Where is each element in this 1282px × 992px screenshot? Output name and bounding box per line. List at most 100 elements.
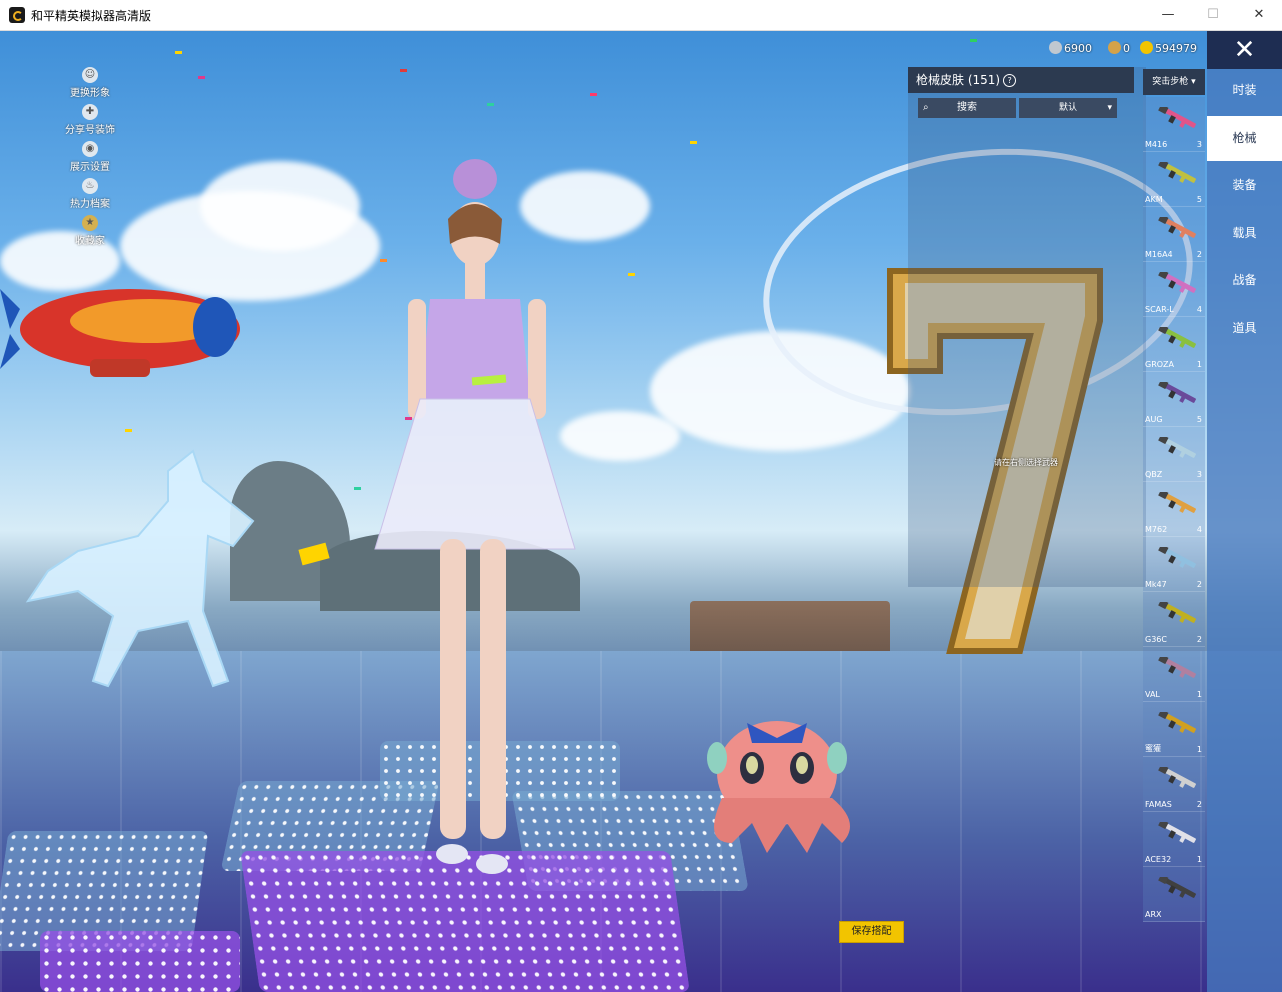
gun-name: GROZA (1145, 360, 1175, 369)
gun-name: Mk47 (1145, 580, 1167, 589)
rifle-icon (1158, 217, 1196, 238)
rifle-icon (1158, 547, 1196, 568)
confetti (590, 93, 597, 96)
currency-gold: 594979 (1140, 41, 1197, 57)
rifle-icon (1158, 602, 1196, 623)
ice-wolf-pet (25, 449, 255, 688)
panel-header: 枪械皮肤 (151)? (908, 67, 1134, 93)
floor-tile-glow (40, 931, 240, 992)
gun-name: QBZ (1145, 470, 1163, 479)
confetti (198, 76, 205, 79)
gun-name: AKM (1145, 195, 1163, 204)
rifle-icon (1158, 877, 1196, 898)
gun-skin-count: 5 (1196, 415, 1202, 424)
gun-skin-count: 3 (1196, 470, 1202, 479)
left-menu-item[interactable]: ◉ 展示设置 (58, 141, 122, 178)
app-logo-icon (9, 7, 25, 23)
gun-name: M762 (1145, 525, 1168, 534)
gun-name: G36C (1145, 635, 1167, 644)
avatar-icon: ☺ (82, 67, 98, 83)
rifle-icon (1158, 327, 1196, 348)
left-menu-item[interactable]: ★ 收藏家 (58, 215, 122, 252)
rifle-icon (1158, 767, 1196, 788)
chevron-down-icon: ▾ (1107, 103, 1112, 113)
confetti (405, 417, 412, 420)
badge-icon: ★ (82, 215, 98, 231)
maximize-button[interactable]: ☐ (1190, 0, 1236, 30)
window-title: 和平精英模拟器高清版 (31, 9, 152, 23)
gun-list-item[interactable]: GROZA 1 (1143, 317, 1205, 372)
coin-silver-icon (1049, 41, 1062, 54)
rifle-icon (1158, 492, 1196, 513)
cloud (200, 161, 360, 251)
gun-name: M416 (1145, 140, 1168, 149)
window-titlebar: 和平精英模拟器高清版 — ☐ ✕ (0, 0, 1282, 31)
close-window-button[interactable]: ✕ (1236, 0, 1282, 30)
octopus-pet (707, 721, 850, 853)
confetti (487, 103, 494, 106)
search-icon: ⌕ (923, 102, 929, 113)
gun-skin-count: 4 (1196, 305, 1202, 314)
gun-skin-panel: 枪械皮肤 (151)? ⌕ 搜索 默认 ▾ 请在右侧选择武器 (908, 67, 1146, 587)
weapon-category-dropdown[interactable]: 突击步枪 ▾ (1143, 69, 1205, 95)
confetti (400, 69, 407, 72)
sort-dropdown[interactable]: 默认 ▾ (1019, 98, 1117, 118)
gun-list-item[interactable]: SCAR-L 4 (1143, 262, 1205, 317)
confetti (175, 51, 182, 54)
gun-name: ARX (1145, 910, 1162, 919)
gun-list-item[interactable]: AUG 5 (1143, 372, 1205, 427)
search-button[interactable]: ⌕ 搜索 (918, 98, 1016, 118)
gun-name: FAMAS (1145, 800, 1172, 809)
gun-skin-count: 1 (1196, 360, 1202, 369)
gun-list-item[interactable]: M416 3 (1143, 97, 1205, 152)
gun-list-item[interactable]: ARX (1143, 867, 1205, 922)
gun-skin-count: 3 (1196, 140, 1202, 149)
confetti (628, 273, 635, 276)
gun-list-item[interactable]: 蜜獾 1 (1143, 702, 1205, 757)
gun-skin-count: 2 (1196, 635, 1202, 644)
coin-gold-icon (1140, 41, 1153, 54)
help-icon[interactable]: ? (1003, 74, 1017, 87)
gun-name: ACE32 (1145, 855, 1172, 864)
left-menu-item[interactable]: ☺ 更换形象 (58, 67, 122, 104)
gun-list-item[interactable]: M16A4 2 (1143, 207, 1205, 262)
currency-silver: 6900 (1049, 41, 1092, 57)
gun-list-item[interactable]: QBZ 3 (1143, 427, 1205, 482)
coin-bronze-icon (1108, 41, 1121, 54)
gun-name: VAL (1145, 690, 1160, 699)
tab-guns[interactable]: 枪械 (1207, 116, 1282, 161)
minimize-button[interactable]: — (1145, 0, 1191, 30)
confetti (125, 429, 132, 432)
flame-icon: ♨ (82, 178, 98, 194)
rifle-icon (1158, 382, 1196, 403)
gun-list-item[interactable]: AKM 5 (1143, 152, 1205, 207)
close-panel-button[interactable]: ✕ (1207, 31, 1282, 69)
eye-icon: ◉ (82, 141, 98, 157)
save-outfit-button[interactable]: 保存搭配 (839, 921, 904, 943)
rifle-icon (1158, 162, 1196, 183)
rifle-icon (1158, 272, 1196, 293)
tab-items[interactable]: 道具 (1207, 306, 1282, 351)
rifle-icon (1158, 712, 1196, 733)
left-menu: ☺ 更换形象 ✚ 分享号装饰 ◉ 展示设置 ♨ 热力档案 ★ 收藏家 (58, 67, 122, 252)
share-icon: ✚ (82, 104, 98, 120)
gun-list-item[interactable]: ACE32 1 (1143, 812, 1205, 867)
gun-list-item[interactable]: FAMAS 2 (1143, 757, 1205, 812)
left-menu-item[interactable]: ♨ 热力档案 (58, 178, 122, 215)
gun-list-item[interactable]: M762 4 (1143, 482, 1205, 537)
gun-list-item[interactable]: G36C 2 (1143, 592, 1205, 647)
gun-skin-count: 1 (1196, 745, 1202, 754)
gun-name: SCAR-L (1145, 305, 1174, 314)
rifle-icon (1158, 657, 1196, 678)
gun-name: M16A4 (1145, 250, 1173, 259)
rifle-icon (1158, 107, 1196, 128)
blimp-vehicle (0, 289, 240, 377)
tab-combat-prep[interactable]: 战备 (1207, 258, 1282, 303)
left-menu-item[interactable]: ✚ 分享号装饰 (58, 104, 122, 141)
tab-vehicles[interactable]: 载具 (1207, 211, 1282, 256)
gun-list-item[interactable]: VAL 1 (1143, 647, 1205, 702)
gun-list-item[interactable]: Mk47 2 (1143, 537, 1205, 592)
gun-skin-count: 4 (1196, 525, 1202, 534)
tab-fashion[interactable]: 时装 (1207, 68, 1282, 113)
tab-equipment[interactable]: 装备 (1207, 163, 1282, 208)
